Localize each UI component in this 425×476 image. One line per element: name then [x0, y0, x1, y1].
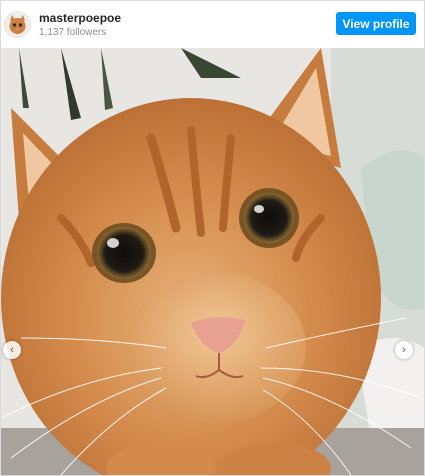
- chevron-right-icon: ›: [402, 343, 406, 356]
- post-photo[interactable]: ‹ ›: [1, 48, 424, 475]
- cat-avatar-icon: [5, 12, 30, 37]
- cat-photo: [1, 48, 424, 475]
- view-profile-button[interactable]: View profile: [336, 12, 416, 35]
- username-link[interactable]: masterpoepoe: [39, 11, 336, 25]
- carousel-next-button[interactable]: ›: [395, 341, 413, 359]
- carousel-prev-button[interactable]: ‹: [3, 341, 21, 359]
- post-header: masterpoepoe 1,137 followers View profil…: [1, 1, 424, 48]
- chevron-left-icon: ‹: [10, 343, 14, 356]
- avatar[interactable]: [4, 11, 31, 38]
- user-info: masterpoepoe 1,137 followers: [39, 11, 336, 39]
- instagram-embed: masterpoepoe 1,137 followers View profil…: [0, 0, 425, 476]
- followers-count: 1,137 followers: [39, 26, 107, 38]
